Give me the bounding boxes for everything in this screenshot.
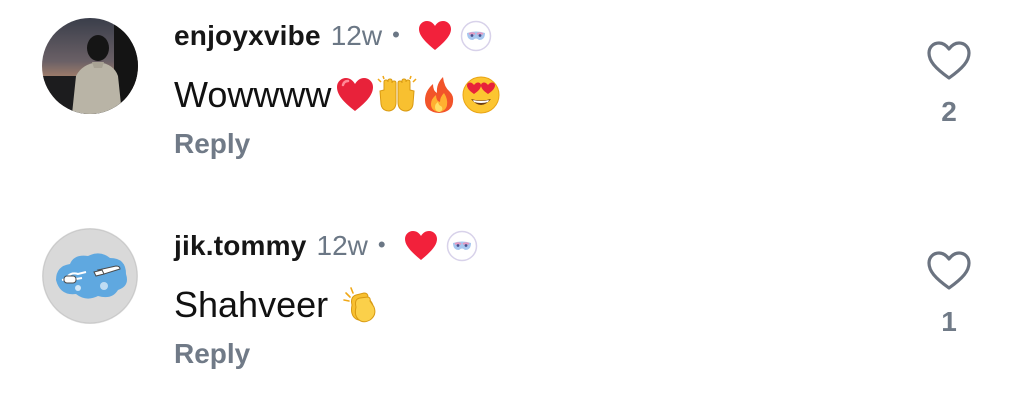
creator-badge-icon (446, 230, 478, 262)
fire-emoji (419, 75, 459, 115)
avatar[interactable] (42, 228, 138, 324)
comment-item: jik.tommy 12w • Shahveer Reply 1 (0, 210, 1024, 405)
avatar-image (42, 18, 138, 114)
reply-button[interactable]: Reply (174, 128, 250, 160)
clapping-hands-emoji (342, 285, 382, 325)
like-count: 1 (941, 306, 957, 337)
comment-text: Shahveer (174, 282, 382, 328)
comment-body: Wowwww (174, 74, 332, 115)
separator-dot: • (392, 22, 400, 47)
avatar[interactable] (42, 18, 138, 114)
like-count: 2 (941, 96, 957, 127)
heart-outline-icon[interactable] (926, 40, 972, 82)
comment-meta: jik.tommy 12w • (174, 226, 478, 266)
username[interactable]: enjoyxvibe (174, 20, 321, 52)
reply-button[interactable]: Reply (174, 338, 250, 370)
creator-liked-heart-icon (418, 20, 452, 52)
raising-hands-emoji (377, 75, 417, 115)
comment-meta: enjoyxvibe 12w • (174, 16, 492, 56)
timestamp: 12w (330, 20, 383, 51)
separator-dot: • (377, 232, 386, 257)
heart-outline-icon[interactable] (926, 250, 972, 292)
creator-badge-icon (460, 20, 492, 52)
like-control: 2 (920, 40, 978, 128)
like-control: 1 (920, 250, 978, 338)
comment-item: enjoyxvibe 12w • Wowwww Reply 2 (0, 0, 1024, 200)
comment-text: Wowwww (174, 72, 501, 118)
red-heart-emoji (335, 75, 375, 115)
username[interactable]: jik.tommy (174, 230, 307, 262)
avatar-image (42, 228, 138, 324)
creator-liked-heart-icon (404, 230, 438, 262)
heart-eyes-emoji (461, 75, 501, 115)
comment-body: Shahveer (174, 284, 329, 325)
timestamp: 12w (316, 230, 368, 261)
